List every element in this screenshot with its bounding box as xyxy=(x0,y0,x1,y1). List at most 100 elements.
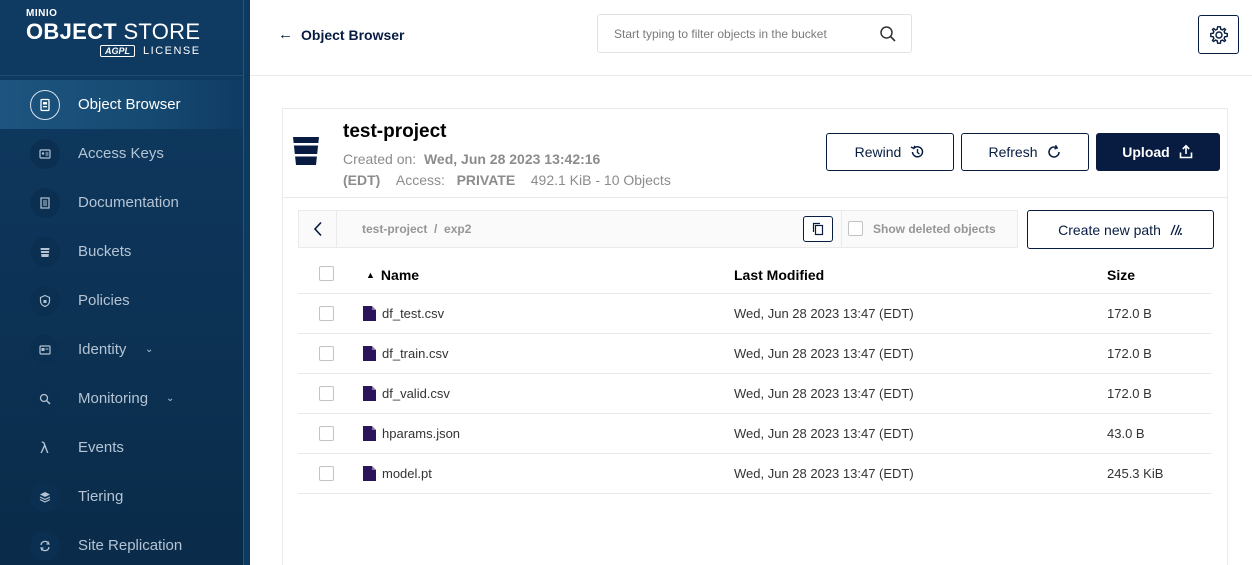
file-size: 172.0 B xyxy=(1107,386,1152,401)
bucket-icon xyxy=(292,137,320,165)
row-checkbox[interactable] xyxy=(319,426,334,441)
file-name: hparams.json xyxy=(382,426,461,441)
row-checkbox[interactable] xyxy=(319,306,334,321)
breadcrumb-path: test-project / exp2 xyxy=(362,222,472,236)
create-new-path-button[interactable]: Create new path xyxy=(1027,210,1214,249)
refresh-button[interactable]: Refresh xyxy=(961,133,1089,171)
show-deleted-toggle[interactable]: Show deleted objects xyxy=(848,221,996,236)
agpl-badge: AGPL xyxy=(100,45,136,57)
breadcrumb-root[interactable]: test-project xyxy=(362,222,427,236)
sidebar-item-documentation[interactable]: Documentation xyxy=(0,178,244,227)
table-row[interactable]: df_test.csv Wed, Jun 28 2023 13:47 (EDT)… xyxy=(298,294,1212,334)
breadcrumb-current: exp2 xyxy=(444,222,472,236)
new-path-icon xyxy=(1170,224,1182,235)
sidebar-item-monitoring[interactable]: Monitoring ⌄ xyxy=(0,374,244,423)
card-divider xyxy=(283,197,1227,198)
rewind-button[interactable]: Rewind xyxy=(826,133,954,171)
file-last-modified: Wed, Jun 28 2023 13:47 (EDT) xyxy=(734,386,914,401)
gear-icon xyxy=(1209,25,1228,44)
refresh-icon xyxy=(1047,144,1060,158)
show-deleted-checkbox[interactable] xyxy=(848,221,863,236)
copy-icon xyxy=(812,222,824,236)
breadcrumb-back-button[interactable] xyxy=(299,211,337,247)
row-checkbox[interactable] xyxy=(319,346,334,361)
bucket-usage: 492.1 KiB - 10 Objects xyxy=(530,172,671,188)
show-deleted-label: Show deleted objects xyxy=(873,221,996,236)
sidebar-item-events[interactable]: λ Events xyxy=(0,423,244,472)
logo-license: AGPL LICENSE xyxy=(100,45,201,57)
sidebar-item-label: Identity xyxy=(78,341,127,358)
bucket-card: test-project Created on: Wed, Jun 28 202… xyxy=(282,108,1228,565)
file-name: df_valid.csv xyxy=(382,386,450,401)
chevron-left-icon xyxy=(313,221,322,237)
chevron-down-icon[interactable]: ⌄ xyxy=(166,393,174,404)
sidebar-item-label: Buckets xyxy=(78,243,132,260)
sidebar-nav: Object Browser Access Keys Documentation… xyxy=(0,80,244,565)
search-input[interactable] xyxy=(598,15,868,52)
upload-icon xyxy=(1179,144,1193,159)
sidebar-divider xyxy=(0,75,244,76)
object-browser-icon xyxy=(30,89,60,120)
lambda-icon: λ xyxy=(30,433,60,463)
sidebar-resize-handle[interactable] xyxy=(244,0,250,565)
sidebar-item-label: Policies xyxy=(78,292,130,309)
sidebar-item-policies[interactable]: Policies xyxy=(0,276,244,325)
breadcrumb: test-project / exp2 Show deleted objects xyxy=(298,210,1018,248)
row-checkbox[interactable] xyxy=(319,386,334,401)
column-header-name[interactable]: ▲ Name xyxy=(366,267,419,283)
svg-text:λ: λ xyxy=(40,440,49,456)
bucket-name: test-project xyxy=(343,121,447,142)
file-last-modified: Wed, Jun 28 2023 13:47 (EDT) xyxy=(734,426,914,441)
sidebar-item-label: Site Replication xyxy=(78,537,183,554)
objects-table: ▲ Name Last Modified Size df_test.csv Wed… xyxy=(298,254,1212,494)
sidebar-item-object-browser[interactable]: Object Browser xyxy=(0,80,244,129)
file-icon xyxy=(363,346,376,361)
sidebar-item-label: Events xyxy=(78,439,124,456)
back-arrow-icon[interactable]: ← xyxy=(278,26,293,43)
bucket-created-date: Wed, Jun 28 2023 13:42:16 xyxy=(423,151,601,167)
search-icon[interactable] xyxy=(879,25,897,43)
copy-path-button[interactable] xyxy=(803,216,833,242)
sidebar-item-buckets[interactable]: Buckets xyxy=(0,227,244,276)
sidebar-item-label: Monitoring xyxy=(78,390,149,407)
search-box xyxy=(597,14,912,53)
upload-button[interactable]: Upload xyxy=(1096,133,1220,171)
file-last-modified: Wed, Jun 28 2023 13:47 (EDT) xyxy=(734,466,914,481)
sort-asc-icon: ▲ xyxy=(366,270,375,280)
column-header-last-modified[interactable]: Last Modified xyxy=(734,267,824,283)
column-header-size[interactable]: Size xyxy=(1107,267,1135,283)
select-all-checkbox[interactable] xyxy=(319,266,334,281)
file-icon xyxy=(363,386,376,401)
file-icon xyxy=(363,306,376,321)
logo-minio-text: MINIO xyxy=(26,8,58,19)
table-row[interactable]: df_valid.csv Wed, Jun 28 2023 13:47 (EDT… xyxy=(298,374,1212,414)
file-size: 172.0 B xyxy=(1107,346,1152,361)
sidebar-item-site-replication[interactable]: Site Replication xyxy=(0,521,244,565)
row-checkbox[interactable] xyxy=(319,466,334,481)
sidebar-item-identity[interactable]: Identity ⌄ xyxy=(0,325,244,374)
table-row[interactable]: hparams.json Wed, Jun 28 2023 13:47 (EDT… xyxy=(298,414,1212,454)
settings-button[interactable] xyxy=(1198,15,1239,54)
file-icon xyxy=(363,466,376,481)
file-icon xyxy=(363,426,376,441)
minio-logo[interactable]: MINIO OBJECT STORE AGPL LICENSE xyxy=(26,8,226,68)
file-name: df_train.csv xyxy=(382,346,449,361)
sidebar-item-access-keys[interactable]: Access Keys xyxy=(0,129,244,178)
logo-product: OBJECT STORE xyxy=(26,19,201,44)
table-row[interactable]: model.pt Wed, Jun 28 2023 13:47 (EDT) 24… xyxy=(298,454,1212,494)
file-size: 245.3 KiB xyxy=(1107,466,1164,481)
app-root: MINIO OBJECT STORE AGPL LICENSE Object Br… xyxy=(0,0,1252,565)
file-last-modified: Wed, Jun 28 2023 13:47 (EDT) xyxy=(734,306,914,321)
top-header: ← Object Browser xyxy=(250,0,1252,76)
bucket-icon xyxy=(30,236,60,267)
table-row[interactable]: df_train.csv Wed, Jun 28 2023 13:47 (EDT… xyxy=(298,334,1212,374)
bucket-timezone: (EDT) xyxy=(343,172,381,188)
table-header: ▲ Name Last Modified Size xyxy=(298,254,1212,294)
chevron-down-icon[interactable]: ⌄ xyxy=(145,344,153,355)
sidebar-item-label: Object Browser xyxy=(78,96,181,113)
sidebar-item-tiering[interactable]: Tiering xyxy=(0,472,244,521)
bucket-details: Created on: Wed, Jun 28 2023 13:42:16 (E… xyxy=(343,151,671,188)
bucket-access: PRIVATE xyxy=(456,172,516,188)
monitoring-icon xyxy=(30,383,60,414)
file-size: 172.0 B xyxy=(1107,306,1152,321)
